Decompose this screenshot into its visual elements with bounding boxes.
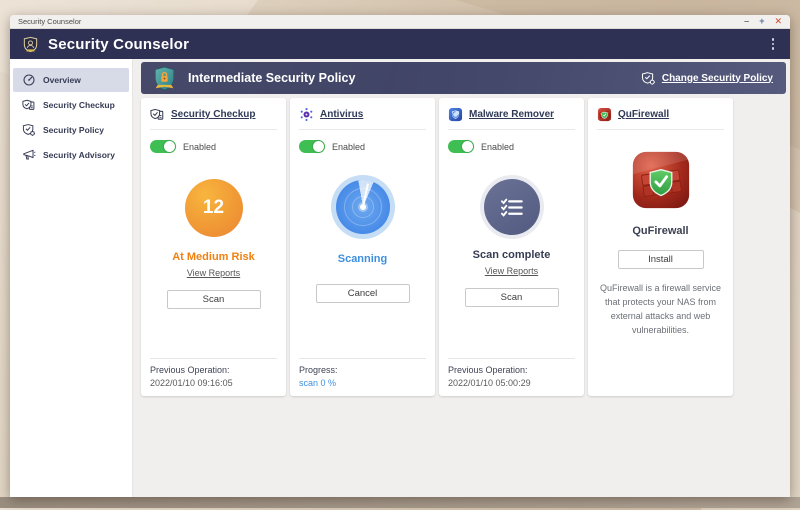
scan-complete-circle [484, 179, 540, 235]
card-security-checkup: Security Checkup Enabled 12 At Medium Ri… [141, 98, 286, 396]
status-text: Scanning [338, 253, 388, 265]
window-controls: – + ✕ [744, 17, 782, 26]
cancel-button[interactable]: Cancel [316, 284, 410, 303]
window-titlebar: Security Counselor – + ✕ [10, 15, 790, 29]
checklist-icon [498, 194, 525, 221]
sidebar-item-security-advisory[interactable]: Security Advisory [13, 143, 129, 167]
card-title-link[interactable]: Antivirus [320, 109, 363, 120]
footer-label: Progress: [299, 365, 426, 375]
megaphone-icon [22, 148, 36, 162]
app-header: Security Counselor [10, 29, 790, 59]
card-header: Malware Remover [448, 107, 575, 130]
desktop-bottom-band [0, 497, 800, 508]
policy-shield-lock-icon [151, 65, 178, 92]
security-policy-banner: Intermediate Security Policy [141, 62, 786, 94]
antivirus-toggle[interactable] [299, 140, 325, 153]
scan-button[interactable]: Scan [465, 288, 559, 307]
card-antivirus: Antivirus Enabled Scanning [290, 98, 435, 396]
app-name: QuFirewall [632, 225, 688, 237]
gauge-icon [22, 73, 36, 87]
security-counselor-badge-icon [22, 36, 39, 53]
malware-remover-app-icon [448, 107, 463, 122]
close-button[interactable]: ✕ [774, 17, 782, 26]
footer-value: 2022/01/10 05:00:29 [448, 378, 575, 388]
footer-label: Previous Operation: [150, 365, 277, 375]
sidebar-item-label: Overview [43, 75, 81, 85]
shield-check-doc-icon [150, 107, 165, 122]
card-qufirewall: QuFirewall [588, 98, 733, 396]
banner-title: Intermediate Security Policy [188, 71, 355, 85]
scanning-radar [331, 175, 395, 239]
sidebar-item-security-checkup[interactable]: Security Checkup [13, 93, 129, 117]
sidebar-item-security-policy[interactable]: Security Policy [13, 118, 129, 142]
view-reports-link[interactable]: View Reports [187, 268, 240, 278]
card-footer: Previous Operation: 2022/01/10 05:00:29 [448, 358, 575, 388]
status-text: At Medium Risk [172, 251, 255, 263]
card-header: QuFirewall [597, 107, 724, 130]
change-security-policy-link[interactable]: Change Security Policy [641, 71, 773, 86]
install-button[interactable]: Install [618, 250, 704, 269]
footer-label: Previous Operation: [448, 365, 575, 375]
cards-row: Security Checkup Enabled 12 At Medium Ri… [141, 98, 786, 396]
view-reports-link[interactable]: View Reports [485, 266, 538, 276]
card-header: Security Checkup [150, 107, 277, 130]
maximize-button[interactable]: + [759, 17, 764, 26]
card-malware-remover: Malware Remover Enabled [439, 98, 584, 396]
app-title: Security Counselor [48, 36, 189, 53]
risk-count: 12 [203, 197, 224, 219]
malware-remover-toggle[interactable] [448, 140, 474, 153]
sidebar: Overview Security Checkup [10, 59, 133, 497]
toggle-label: Enabled [332, 142, 365, 152]
scan-button[interactable]: Scan [167, 290, 261, 309]
virus-icon [299, 107, 314, 122]
card-title-link[interactable]: Security Checkup [171, 109, 255, 120]
minimize-button[interactable]: – [744, 17, 749, 26]
footer-value: 2022/01/10 09:16:05 [150, 378, 277, 388]
change-security-policy-label: Change Security Policy [662, 73, 773, 84]
card-header: Antivirus [299, 107, 426, 130]
toggle-label: Enabled [481, 142, 514, 152]
card-title-link[interactable]: QuFirewall [618, 109, 669, 120]
main-area: Intermediate Security Policy [133, 59, 790, 497]
kebab-menu-icon[interactable] [768, 36, 779, 52]
shield-gear-icon [22, 123, 36, 137]
status-text: Scan complete [473, 249, 551, 261]
risk-count-circle: 12 [185, 179, 243, 237]
shield-check-doc-icon [22, 98, 36, 112]
qufirewall-app-icon [597, 107, 612, 122]
qufirewall-app-icon-large [631, 150, 691, 210]
card-title-link[interactable]: Malware Remover [469, 109, 554, 120]
footer-value: scan 0 % [299, 378, 426, 388]
sidebar-item-overview[interactable]: Overview [13, 68, 129, 92]
shield-gear-icon [641, 71, 656, 86]
sidebar-item-label: Security Advisory [43, 150, 115, 160]
app-description: QuFirewall is a firewall service that pr… [597, 282, 724, 338]
toggle-label: Enabled [183, 142, 216, 152]
window-title: Security Counselor [18, 17, 81, 26]
security-checkup-toggle[interactable] [150, 140, 176, 153]
sidebar-item-label: Security Policy [43, 125, 104, 135]
card-footer: Progress: scan 0 % [299, 358, 426, 388]
card-footer: Previous Operation: 2022/01/10 09:16:05 [150, 358, 277, 388]
security-counselor-window: Security Counselor – + ✕ Security Counse… [10, 15, 790, 497]
sidebar-item-label: Security Checkup [43, 100, 115, 110]
